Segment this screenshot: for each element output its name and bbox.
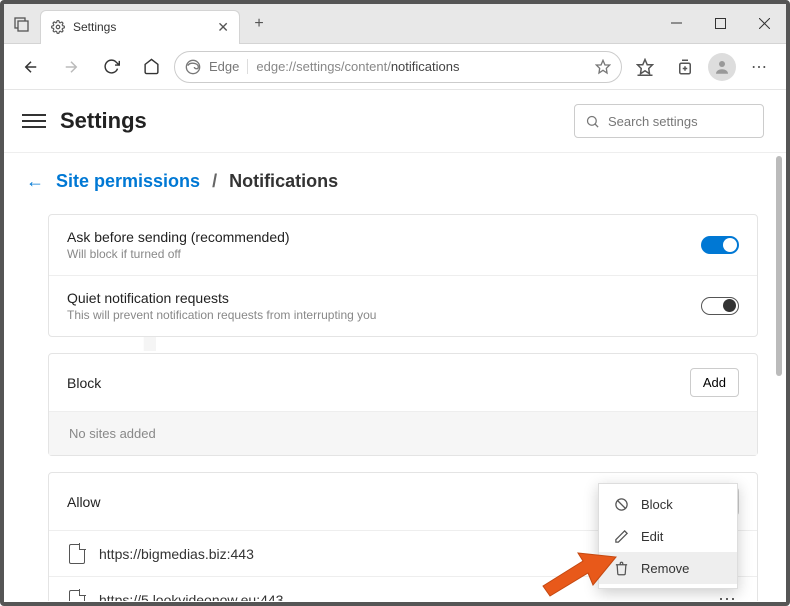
ask-subtitle: Will block if turned off [67,247,290,261]
home-button[interactable] [134,50,168,84]
quiet-title: Quiet notification requests [67,290,376,306]
breadcrumb-separator: / [212,171,217,192]
profile-avatar[interactable] [708,53,736,81]
favorites-button[interactable] [628,50,662,84]
block-section: Block Add No sites added [48,353,758,456]
context-remove-item[interactable]: Remove [599,552,737,584]
new-tab-button[interactable]: + [244,15,274,33]
breadcrumb-current: Notifications [229,171,338,192]
block-add-button[interactable]: Add [690,368,739,397]
forward-button[interactable] [54,50,88,84]
breadcrumb-parent-link[interactable]: Site permissions [56,171,200,192]
window-titlebar: Settings ✕ + [4,4,786,44]
search-settings-input[interactable]: Search settings [574,104,764,138]
quiet-requests-row: Quiet notification requests This will pr… [49,276,757,336]
address-host-label: Edge [209,59,248,74]
browser-toolbar: Edge edge://settings/content/notificatio… [4,44,786,90]
quiet-toggle[interactable] [701,297,739,315]
hamburger-menu-button[interactable] [22,109,46,133]
edge-logo-icon [185,59,201,75]
back-button[interactable] [14,50,48,84]
favorite-star-icon[interactable] [595,59,611,75]
window-close-button[interactable] [742,4,786,44]
page-title: Settings [60,108,147,134]
general-toggles-card: Ask before sending (recommended) Will bl… [48,214,758,337]
block-empty-text: No sites added [49,411,757,455]
context-edit-item[interactable]: Edit [599,520,737,552]
breadcrumb: ← Site permissions / Notifications [26,171,758,192]
address-bar[interactable]: Edge edge://settings/content/notificatio… [174,51,622,83]
context-block-item[interactable]: Block [599,488,737,520]
settings-header: Settings Search settings [4,90,786,153]
ask-before-sending-row: Ask before sending (recommended) Will bl… [49,215,757,276]
browser-tab-active[interactable]: Settings ✕ [40,10,240,44]
settings-content: ← Site permissions / Notifications Ask b… [4,153,786,601]
block-section-title: Block [67,375,101,391]
ask-toggle[interactable] [701,236,739,254]
address-url: edge://settings/content/notifications [256,59,459,74]
site-url: https://bigmedias.biz:443 [99,546,254,562]
block-icon [613,496,629,512]
window-maximize-button[interactable] [698,4,742,44]
gear-icon [51,20,65,34]
search-icon [585,114,600,129]
ask-title: Ask before sending (recommended) [67,229,290,245]
refresh-button[interactable] [94,50,128,84]
more-menu-button[interactable]: ⋯ [742,50,776,84]
annotation-arrow [538,541,618,597]
close-tab-icon[interactable]: ✕ [217,19,229,36]
tab-title: Settings [73,20,209,34]
breadcrumb-back-icon[interactable]: ← [26,171,44,192]
quiet-subtitle: This will prevent notification requests … [67,308,376,322]
site-more-button[interactable]: ⋯ [718,589,737,601]
tab-actions-button[interactable] [4,4,40,44]
file-icon [69,544,85,564]
file-icon [69,590,85,602]
collections-button[interactable] [668,50,702,84]
window-minimize-button[interactable] [654,4,698,44]
allow-section-title: Allow [67,494,100,510]
site-context-menu: Block Edit Remove [598,483,738,589]
site-url: https://5.lookvideonow.eu:443 [99,592,283,602]
